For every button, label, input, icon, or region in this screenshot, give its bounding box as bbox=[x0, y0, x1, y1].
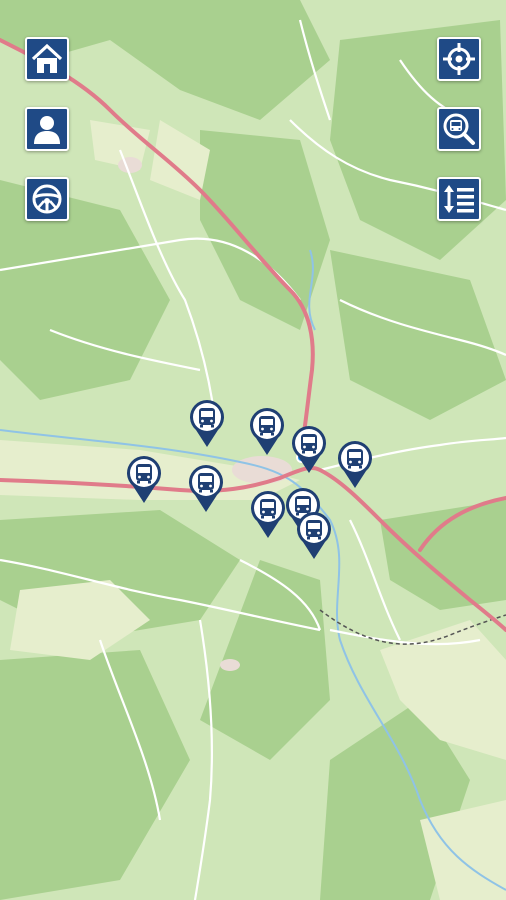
home-button[interactable] bbox=[25, 37, 69, 81]
list-button[interactable] bbox=[437, 177, 481, 221]
bus-marker[interactable] bbox=[249, 408, 285, 456]
driver-button[interactable] bbox=[25, 177, 69, 221]
bus-marker[interactable] bbox=[291, 426, 327, 474]
bus-icon bbox=[127, 456, 161, 503]
locate-button[interactable] bbox=[437, 37, 481, 81]
bus-marker[interactable] bbox=[189, 400, 225, 448]
map-view[interactable] bbox=[0, 0, 506, 900]
bus-icon bbox=[297, 512, 331, 559]
home-icon bbox=[30, 42, 64, 76]
bus-marker[interactable] bbox=[296, 512, 332, 560]
bus-marker[interactable] bbox=[188, 465, 224, 513]
steering-wheel-icon bbox=[30, 182, 64, 216]
list-sort-icon bbox=[442, 182, 476, 216]
bus-icon bbox=[189, 465, 223, 512]
bus-icon bbox=[251, 491, 285, 538]
bus-marker[interactable] bbox=[250, 491, 286, 539]
bus-icon bbox=[338, 441, 372, 488]
bus-marker[interactable] bbox=[126, 456, 162, 504]
bus-marker[interactable] bbox=[337, 441, 373, 489]
crosshair-icon bbox=[442, 42, 476, 76]
user-icon bbox=[30, 112, 64, 146]
bus-icon bbox=[250, 408, 284, 455]
search-bus-button[interactable] bbox=[437, 107, 481, 151]
bus-icon bbox=[190, 400, 224, 447]
bus-icon bbox=[292, 426, 326, 473]
profile-button[interactable] bbox=[25, 107, 69, 151]
bus-search-icon bbox=[442, 112, 476, 146]
